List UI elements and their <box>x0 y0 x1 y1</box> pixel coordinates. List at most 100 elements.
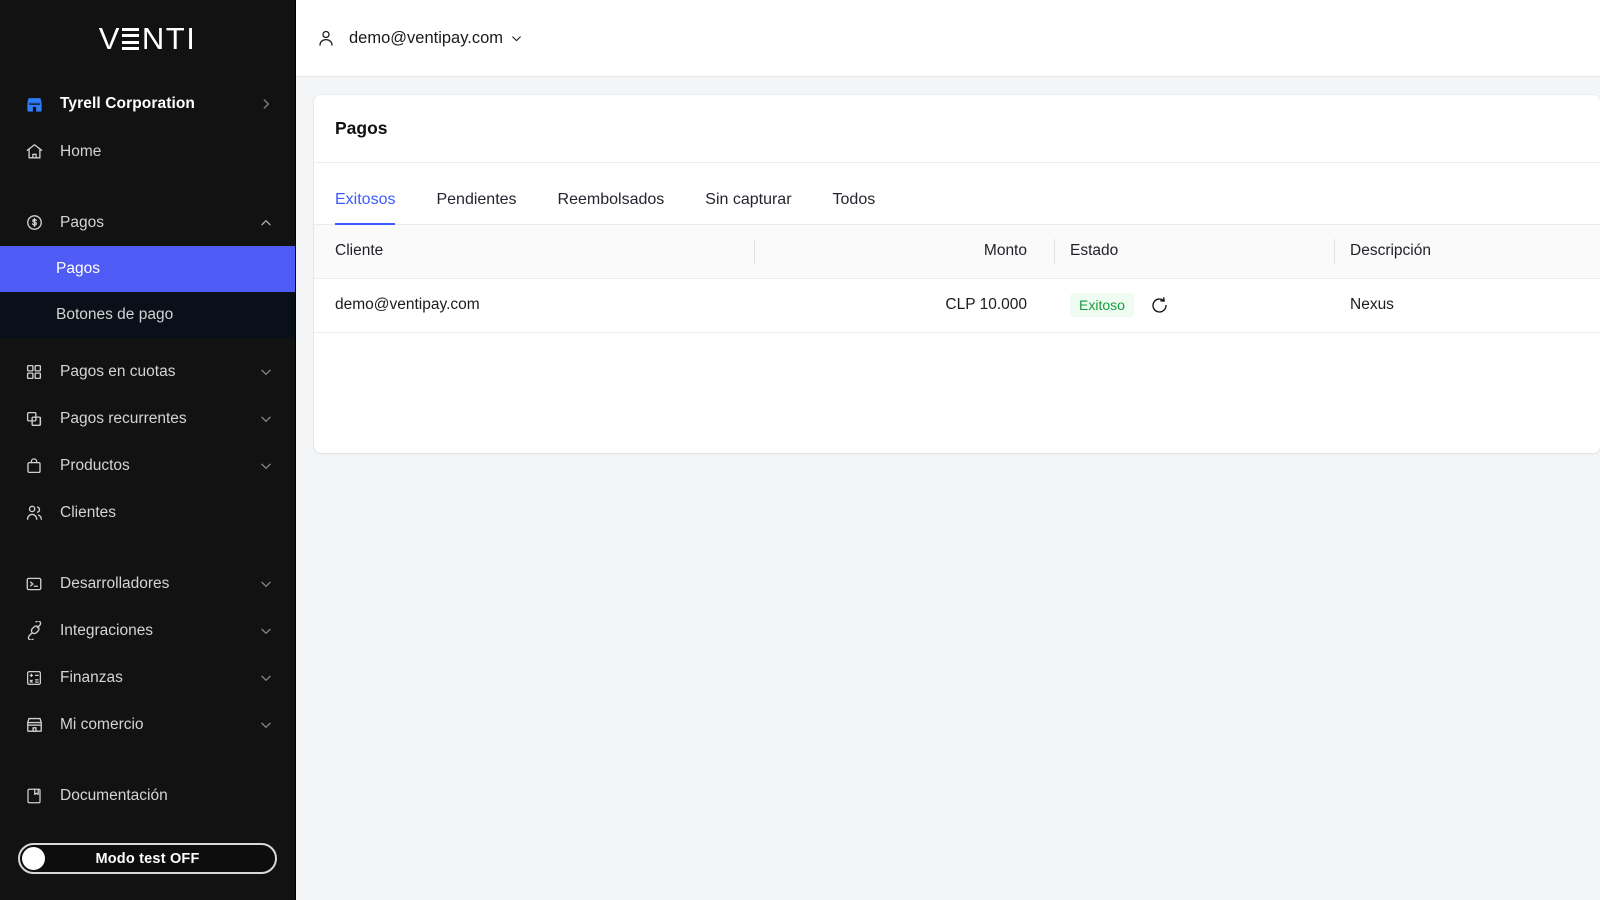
tab-label: Reembolsados <box>557 191 665 208</box>
home-icon <box>24 142 44 162</box>
tab-label: Pendientes <box>436 191 517 208</box>
logo-letters-nti: NTI <box>141 21 197 56</box>
users-icon <box>24 503 44 523</box>
sidebar-item-mi-comercio[interactable]: Mi comercio <box>0 701 295 748</box>
sidebar-org-label: Tyrell Corporation <box>60 95 195 112</box>
cell-estado: Exitoso <box>1054 278 1334 333</box>
cell-cliente: demo@ventipay.com <box>314 278 754 333</box>
user-menu-button[interactable]: demo@ventipay.com <box>316 28 523 48</box>
tab-bar: Exitosos Pendientes Reembolsados Sin cap… <box>314 163 1600 225</box>
table-header-row: Cliente Monto Estado Descripción <box>314 225 1600 279</box>
tab-label: Sin capturar <box>705 191 792 208</box>
chevron-down-icon[interactable] <box>510 32 523 45</box>
sidebar-item-label: Clientes <box>60 503 116 521</box>
logo-letter-v: V <box>98 21 121 56</box>
sidebar-item-clientes[interactable]: Clientes <box>0 489 295 536</box>
plug-icon <box>24 621 44 641</box>
chevron-down-icon[interactable] <box>259 671 273 685</box>
sidebar-item-desarrolladores[interactable]: Desarrolladores <box>0 560 295 607</box>
chevron-down-icon[interactable] <box>259 718 273 732</box>
sidebar-item-pagos-en-cuotas[interactable]: Pagos en cuotas <box>0 348 295 395</box>
terminal-icon <box>24 574 44 594</box>
card-header: Pagos <box>314 95 1600 163</box>
chevron-down-icon[interactable] <box>259 412 273 426</box>
content-area: Pagos Exitosos Pendientes Reembolsados S… <box>296 77 1600 900</box>
sidebar-submenu-pagos: Pagos Botones de pago <box>0 246 295 338</box>
payments-table: Cliente Monto Estado Descripción demo@ve… <box>314 225 1600 333</box>
storefront-icon <box>24 715 44 735</box>
book-icon <box>24 786 44 806</box>
tab-todos[interactable]: Todos <box>833 191 876 225</box>
page-title: Pagos <box>335 118 388 138</box>
store-icon <box>24 94 44 114</box>
cell-descripcion: Nexus <box>1334 278 1600 333</box>
tab-label: Todos <box>832 191 876 208</box>
column-header-monto[interactable]: Monto <box>754 225 1054 279</box>
test-mode-label: Modo test OFF <box>95 850 200 867</box>
sidebar-item-integraciones[interactable]: Integraciones <box>0 607 295 654</box>
column-header-estado[interactable]: Estado <box>1054 225 1334 279</box>
main-area: demo@ventipay.com Pagos Exitosos Pendien… <box>296 0 1600 900</box>
brand-logo[interactable]: V NTI <box>0 0 295 78</box>
tab-exitosos[interactable]: Exitosos <box>335 191 396 225</box>
dollar-circle-icon <box>24 213 44 233</box>
topbar: demo@ventipay.com <box>296 0 1600 77</box>
cell-monto: CLP 10.000 <box>754 278 1054 333</box>
chevron-right-icon[interactable] <box>259 97 273 111</box>
sidebar-item-label: Mi comercio <box>60 715 144 733</box>
sidebar-item-label: Finanzas <box>60 668 123 686</box>
sidebar-item-label: Pagos en cuotas <box>60 362 176 380</box>
table-row[interactable]: demo@ventipay.com CLP 10.000 Exitoso Nex… <box>314 278 1600 333</box>
sidebar-item-pagos-recurrentes[interactable]: Pagos recurrentes <box>0 395 295 442</box>
app-root: V NTI Tyrell Corporation Home Pagos Pago… <box>0 0 1600 900</box>
sidebar-subitem-pagos[interactable]: Pagos <box>0 246 295 292</box>
sidebar-item-pagos[interactable]: Pagos <box>0 199 295 246</box>
logo-letter-e-bars <box>121 28 139 50</box>
chevron-up-icon[interactable] <box>259 216 273 230</box>
status-badge: Exitoso <box>1070 293 1134 317</box>
sidebar-item-finanzas[interactable]: Finanzas <box>0 654 295 701</box>
test-mode-toggle-wrap: Modo test OFF <box>0 843 295 900</box>
sidebar-item-organization[interactable]: Tyrell Corporation <box>0 80 295 128</box>
sidebar-subitem-botones-de-pago[interactable]: Botones de pago <box>0 292 295 338</box>
tab-label: Exitosos <box>335 191 396 208</box>
sidebar-item-label: Pagos recurrentes <box>60 409 187 427</box>
sidebar-item-label: Productos <box>60 456 130 474</box>
test-mode-toggle[interactable]: Modo test OFF <box>18 843 277 874</box>
sidebar-subitem-label: Botones de pago <box>56 306 174 323</box>
sidebar-item-label: Desarrolladores <box>60 574 170 592</box>
tab-reembolsados[interactable]: Reembolsados <box>558 191 665 225</box>
bag-icon <box>24 456 44 476</box>
sidebar-item-label: Pagos <box>60 213 104 231</box>
column-header-descripcion[interactable]: Descripción <box>1334 225 1600 279</box>
sidebar-item-label: Documentación <box>60 786 168 804</box>
table-body: demo@ventipay.com CLP 10.000 Exitoso Nex… <box>314 278 1600 333</box>
toggle-knob[interactable] <box>22 847 45 870</box>
user-email-label: demo@ventipay.com <box>349 28 504 47</box>
chevron-down-icon[interactable] <box>259 577 273 591</box>
sidebar-subitem-label: Pagos <box>56 260 100 277</box>
payments-card: Pagos Exitosos Pendientes Reembolsados S… <box>314 95 1600 453</box>
chevron-down-icon[interactable] <box>259 624 273 638</box>
tab-pendientes[interactable]: Pendientes <box>436 191 516 225</box>
chevron-down-icon[interactable] <box>259 459 273 473</box>
sidebar-item-label: Integraciones <box>60 621 154 639</box>
sidebar: V NTI Tyrell Corporation Home Pagos Pago… <box>0 0 296 900</box>
sidebar-item-home[interactable]: Home <box>0 128 295 175</box>
sidebar-item-productos[interactable]: Productos <box>0 442 295 489</box>
sidebar-nav: Tyrell Corporation Home Pagos Pagos Boto… <box>0 78 295 843</box>
person-icon <box>316 28 336 48</box>
calculator-icon <box>24 668 44 688</box>
tab-sin-capturar[interactable]: Sin capturar <box>705 191 791 225</box>
sidebar-item-label: Home <box>60 142 102 160</box>
column-header-cliente[interactable]: Cliente <box>314 225 754 279</box>
chevron-down-icon[interactable] <box>259 365 273 379</box>
grid-icon <box>24 362 44 382</box>
copy-icon <box>24 409 44 429</box>
recurring-icon <box>1150 296 1169 315</box>
sidebar-item-documentacion[interactable]: Documentación <box>0 772 295 819</box>
